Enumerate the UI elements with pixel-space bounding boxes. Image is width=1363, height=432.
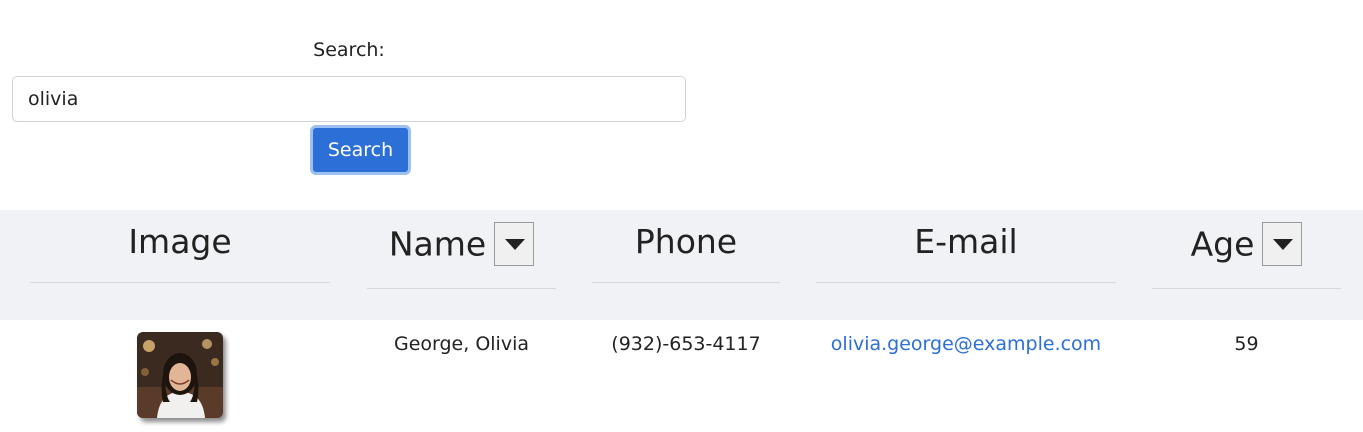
column-header-email: E-mail [914, 222, 1018, 261]
person-photo-image [137, 332, 223, 418]
column-header-image: Image [128, 222, 232, 261]
cell-phone: (932)-653-4117 [611, 333, 761, 355]
column-header-age-label: Age [1190, 224, 1255, 264]
header-divider [30, 282, 330, 283]
column-header-phone: Phone [634, 222, 738, 261]
cell-age: 59 [1234, 333, 1259, 355]
column-header-age: Age [1152, 222, 1341, 266]
name-sort-dropdown-button[interactable] [494, 222, 535, 266]
header-divider [1152, 288, 1341, 289]
header-divider [816, 282, 1116, 283]
header-divider [367, 288, 556, 289]
person-photo [137, 332, 223, 418]
age-sort-dropdown-button[interactable] [1262, 222, 1303, 266]
search-button[interactable]: Search [310, 125, 411, 175]
search-input[interactable] [12, 76, 686, 122]
table-header: Image Name Phone E-mail Age [0, 210, 1363, 320]
column-header-name: Name [367, 222, 556, 266]
cell-name: George, Olivia [393, 333, 530, 355]
header-divider [592, 282, 780, 283]
search-label: Search: [313, 39, 385, 61]
cell-email: olivia.george@example.com [816, 333, 1116, 355]
email-link[interactable]: olivia.george@example.com [831, 333, 1101, 355]
column-header-name-label: Name [388, 224, 487, 264]
